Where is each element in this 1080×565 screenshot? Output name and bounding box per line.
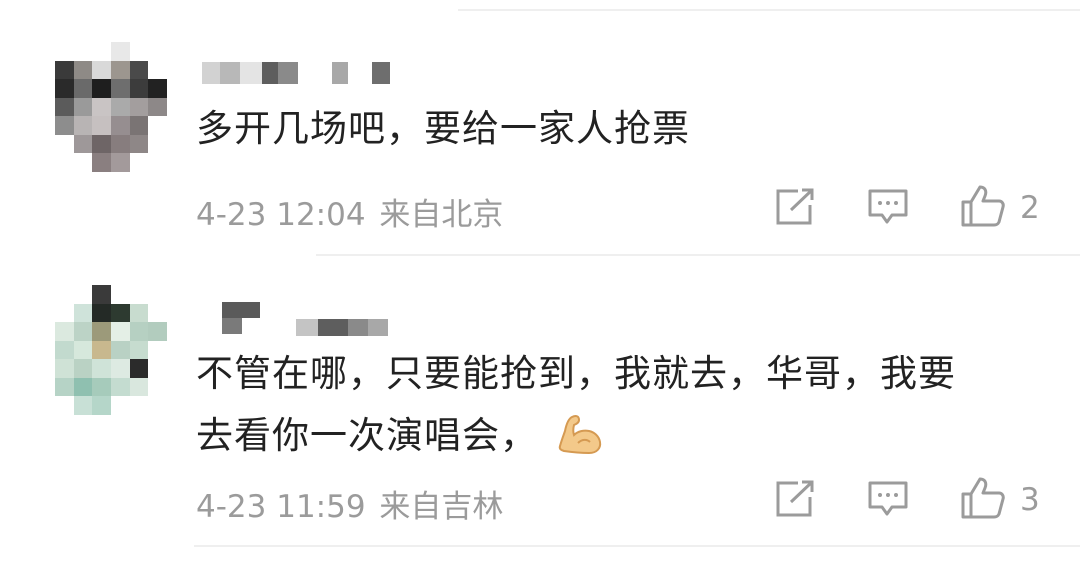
username[interactable] xyxy=(222,302,392,336)
comment-text-line-content: 去看你一次演唱会， xyxy=(196,414,538,457)
comment-meta: 4-23 12:04 来自北京 xyxy=(196,189,503,234)
username[interactable] xyxy=(202,62,392,84)
comment-text-line: 去看你一次演唱会， xyxy=(196,405,956,467)
comment-time: 11:59 xyxy=(276,489,366,525)
comment-divider xyxy=(316,254,1080,256)
share-icon[interactable] xyxy=(774,188,816,226)
top-divider xyxy=(458,9,1080,11)
comment-text-line: 多开几场吧，要给一家人抢票 xyxy=(196,107,690,150)
like-count: 2 xyxy=(1020,190,1040,226)
comment-date: 4-23 xyxy=(196,197,267,233)
flexed-biceps-emoji xyxy=(558,414,602,454)
share-icon[interactable] xyxy=(774,480,816,518)
comment-meta: 4-23 11:59 来自吉林 xyxy=(196,481,503,526)
comment-time: 12:04 xyxy=(276,197,366,233)
comment-icon[interactable] xyxy=(867,480,909,520)
comment-text-line: 不管在哪，只要能抢到，我就去，华哥，我要 xyxy=(196,352,956,395)
like-count: 3 xyxy=(1020,482,1040,518)
avatar[interactable] xyxy=(55,285,167,415)
comment-date: 4-23 xyxy=(196,489,267,525)
like-icon[interactable] xyxy=(960,476,1006,520)
comment-location: 来自吉林 xyxy=(379,489,504,525)
comment-icon[interactable] xyxy=(867,188,909,228)
bottom-divider xyxy=(194,545,1080,547)
like-icon[interactable] xyxy=(960,184,1006,228)
comment-text: 不管在哪，只要能抢到，我就去，华哥，我要 去看你一次演唱会， xyxy=(196,343,956,467)
comment-text: 多开几场吧，要给一家人抢票 xyxy=(196,98,690,160)
comment-location: 来自北京 xyxy=(379,197,504,233)
avatar[interactable] xyxy=(55,42,167,172)
